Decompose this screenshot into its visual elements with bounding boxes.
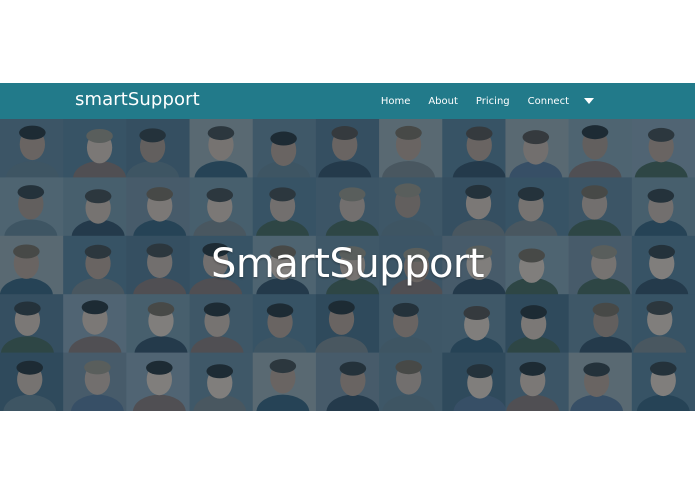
nav-pricing-link[interactable]: Pricing <box>476 96 510 107</box>
nav-connect-link[interactable]: Connect <box>528 96 569 107</box>
nav-home-link[interactable]: Home <box>381 96 411 107</box>
brand-logo[interactable]: smartSupport <box>75 88 200 112</box>
top-navbar: smartSupport Home About Pricing Connect <box>0 83 695 119</box>
hero-title: SmartSupport <box>210 241 485 287</box>
nav-links: Home About Pricing Connect <box>363 83 595 119</box>
hero-banner: SmartSupport <box>0 119 695 411</box>
caret-down-icon[interactable] <box>583 95 595 107</box>
nav-about-link[interactable]: About <box>428 96 458 107</box>
page: smartSupport Home About Pricing Connect … <box>0 0 695 494</box>
